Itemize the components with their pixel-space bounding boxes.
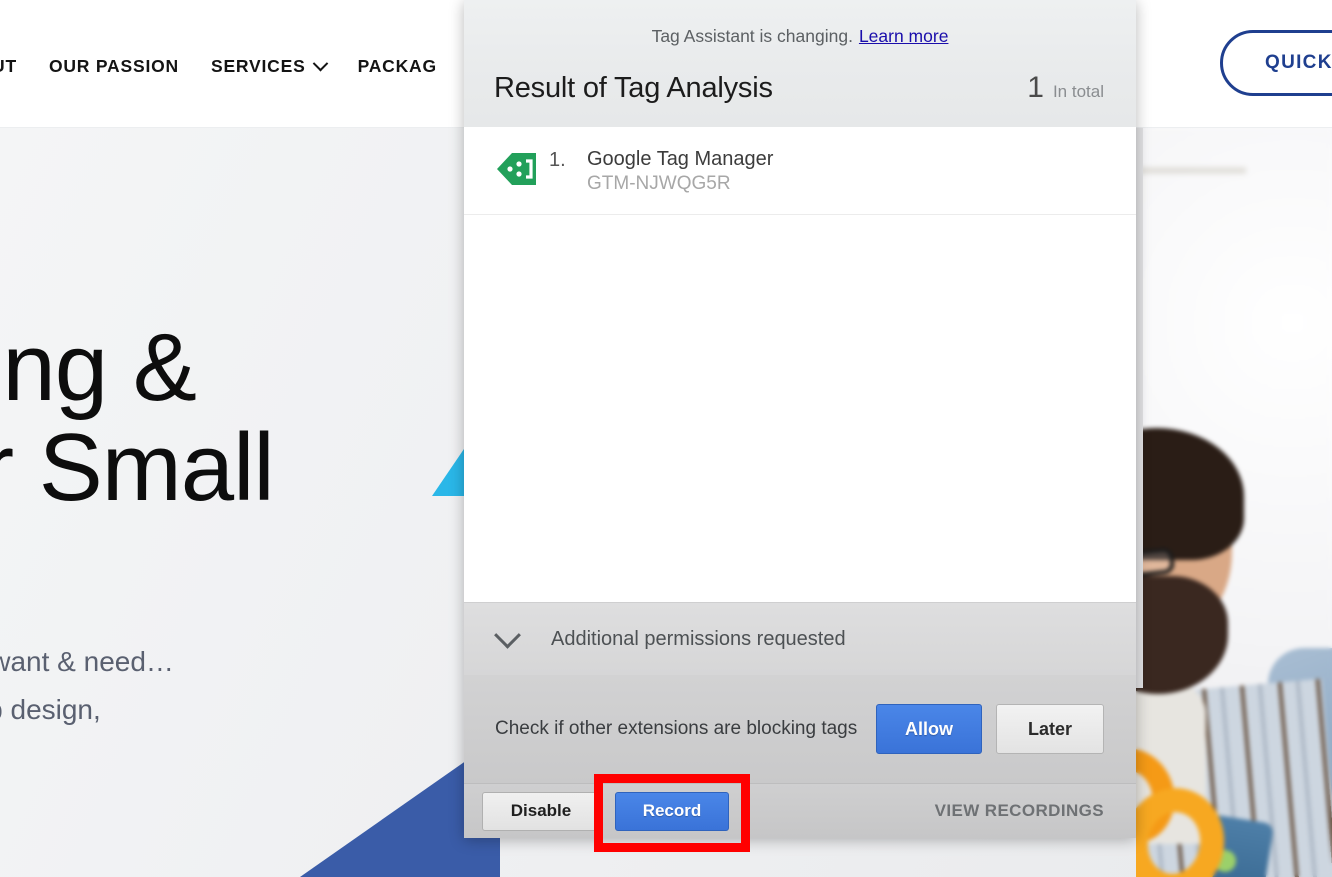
cyan-triangle-decoration: [432, 446, 466, 496]
nav-item-about[interactable]: UT: [0, 56, 17, 77]
tag-list: 1. Google Tag Manager GTM-NJWQG5R: [464, 127, 1136, 602]
permissions-prompt: Check if other extensions are blocking t…: [495, 718, 858, 739]
learn-more-link[interactable]: Learn more: [859, 26, 949, 47]
hero-heading-line2: for Small: [0, 414, 275, 521]
chevron-down-icon: [312, 55, 328, 72]
permissions-actions-bar: Check if other extensions are blocking t…: [464, 675, 1136, 783]
tag-assistant-popup: Tag Assistant is changing. Learn more Re…: [464, 0, 1136, 838]
nav-item-label: SERVICES: [210, 56, 306, 76]
list-item-name: Google Tag Manager: [587, 148, 774, 170]
additional-permissions-label: Additional permissions requested: [551, 627, 846, 650]
disable-button[interactable]: Disable: [482, 791, 600, 831]
google-tag-manager-icon: [496, 152, 538, 186]
list-item-id: GTM-NJWQG5R: [587, 173, 731, 194]
nav-item-label: PACKAG: [357, 56, 437, 76]
list-item-texts: Google Tag Manager GTM-NJWQG5R: [587, 148, 773, 195]
nav-item-services[interactable]: SERVICES: [210, 55, 328, 77]
quick-quote-label: QUICK: [1265, 52, 1332, 73]
nav-item-our-passion[interactable]: OUR PASSION: [49, 56, 179, 77]
screenshot-root: UT OUR PASSION SERVICES PACKAG QUICK eti: [0, 0, 1332, 877]
quick-quote-button[interactable]: QUICK: [1220, 30, 1332, 96]
list-item-index: 1.: [549, 149, 566, 171]
view-recordings-link[interactable]: VIEW RECORDINGS: [935, 801, 1104, 821]
hero-paragraph-line2: e web design,: [0, 694, 101, 725]
page-title: Result of Tag Analysis: [494, 72, 773, 104]
hero-heading: eting & for Small: [0, 314, 275, 521]
changing-notice-text: Tag Assistant is changing.: [651, 25, 853, 46]
chevron-down-icon[interactable]: [494, 621, 521, 649]
nav-item-packages[interactable]: PACKAG: [358, 56, 437, 77]
tag-count-value: 1: [1027, 71, 1044, 104]
allow-button[interactable]: Allow: [876, 704, 982, 754]
changing-notice-bar: Tag Assistant is changing. Learn more: [464, 0, 1136, 66]
hero-paragraph-line1: ners want & need…: [0, 646, 174, 677]
nav-item-label: UT: [0, 56, 17, 76]
photo-left-edge: [1136, 128, 1143, 688]
popup-header: Result of Tag Analysis 1 In total: [464, 66, 1136, 127]
list-item[interactable]: 1. Google Tag Manager GTM-NJWQG5R: [464, 127, 1136, 215]
nav-links: UT OUR PASSION SERVICES PACKAG: [0, 55, 437, 77]
photo-blur-overlay: [1136, 128, 1332, 877]
additional-permissions-row[interactable]: Additional permissions requested: [464, 602, 1136, 675]
tag-count-label: In total: [1052, 82, 1104, 101]
record-button[interactable]: Record: [615, 791, 729, 831]
popup-footer: Disable Record VIEW RECORDINGS: [464, 783, 1136, 838]
hero-photo: [1136, 128, 1332, 877]
nav-item-label: OUR PASSION: [48, 56, 179, 76]
later-button[interactable]: Later: [996, 704, 1104, 754]
tag-count: 1 In total: [1027, 66, 1104, 114]
hero-heading-line1: eting &: [0, 314, 197, 421]
hero-paragraph: ners want & need… e web design,: [0, 638, 174, 734]
